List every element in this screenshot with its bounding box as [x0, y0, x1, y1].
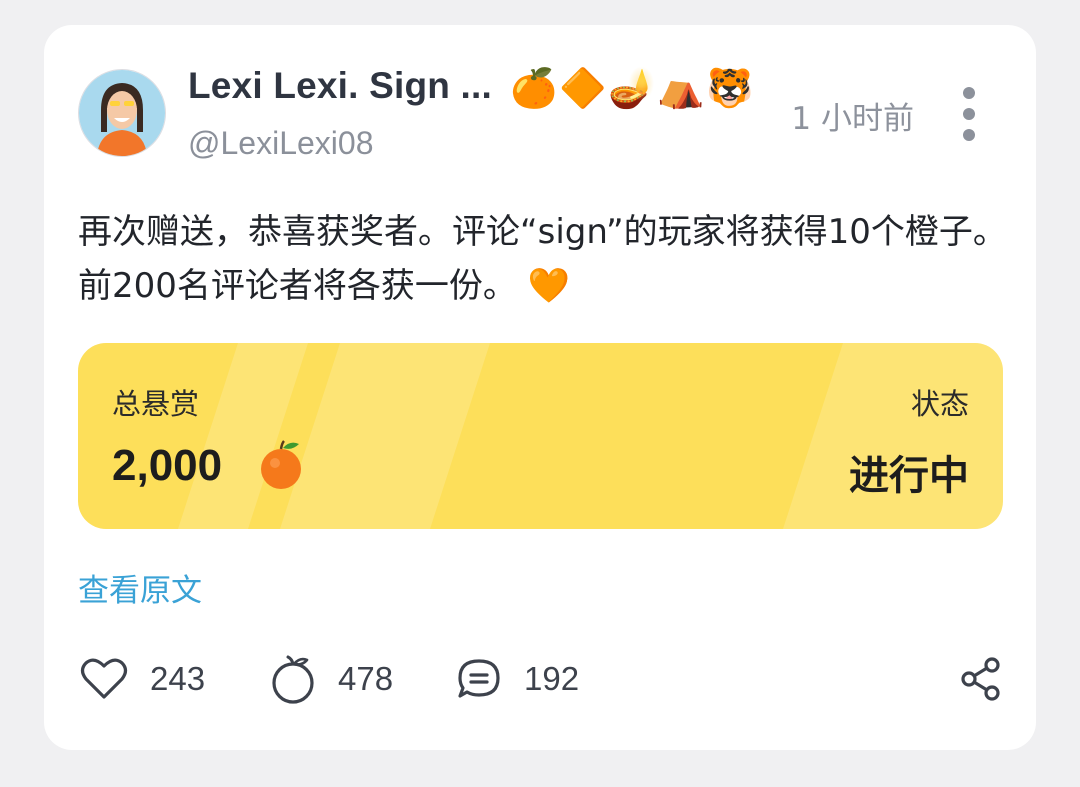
comment-button[interactable]: 192: [456, 657, 579, 701]
comment-icon: [458, 659, 500, 698]
comment-count: 192: [524, 660, 580, 697]
post-time: 1 小时前: [791, 101, 914, 137]
name-emoji-tiger: 🐯: [706, 66, 754, 110]
total-reward-value: 2,000: [112, 441, 223, 490]
author-handle[interactable]: @LexiLexi08: [188, 125, 373, 162]
orange-count: 478: [338, 660, 394, 697]
like-button[interactable]: 243: [80, 657, 205, 701]
post-text: 再次赠送，恭喜获奖者。评论“sign”的玩家将获得10个橙子。前200名评论者将…: [78, 205, 1008, 313]
orange-button[interactable]: 478: [270, 655, 394, 704]
orange-icon: [272, 655, 314, 704]
name-emoji-lamp: 🪔: [608, 66, 656, 110]
avatar[interactable]: [78, 69, 166, 157]
name-emoji-diamond: 🔶: [559, 66, 607, 110]
heart-icon: [80, 658, 128, 699]
author-name[interactable]: Lexi Lexi. Sign ...: [188, 65, 492, 107]
orange-heart-emoji: 🧡: [527, 266, 571, 306]
share-button[interactable]: [960, 657, 1002, 701]
post-card: Lexi Lexi. Sign ... 🍊 🔶 🪔 ⛺ 🐯 @LexiLexi0…: [44, 25, 1036, 750]
status-label: 状态: [910, 387, 969, 421]
tangerine-icon: [261, 440, 301, 489]
like-count: 243: [150, 660, 206, 697]
name-emoji-orange: 🍊: [510, 66, 558, 110]
reward-stripes: [178, 343, 1003, 529]
total-reward-label: 总悬赏: [112, 387, 200, 421]
name-emoji-tent: ⛺: [657, 66, 705, 110]
view-original-link[interactable]: 查看原文: [78, 565, 202, 610]
more-vertical-icon[interactable]: [956, 87, 982, 141]
status-value: 进行中: [849, 453, 969, 499]
reward-panel: 总悬赏 2,000 状态 进行中: [78, 343, 1003, 529]
share-icon: [961, 657, 1000, 701]
